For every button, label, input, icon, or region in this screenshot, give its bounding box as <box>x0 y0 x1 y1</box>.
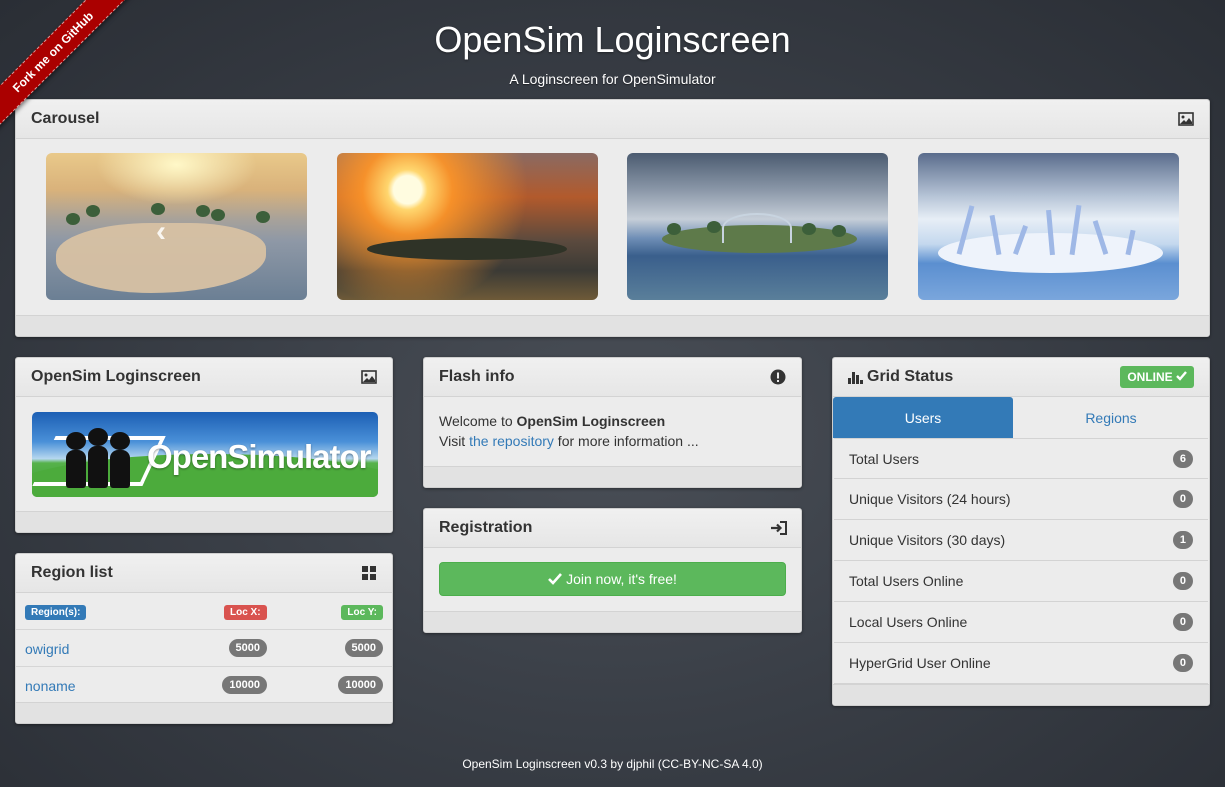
flash-info-title: Flash info <box>439 368 515 385</box>
stat-count-badge: 6 <box>1172 449 1193 468</box>
page-subtitle: A Loginscreen for OpenSimulator <box>509 71 716 87</box>
stat-label: HyperGrid User Online <box>849 655 991 671</box>
region-table: Region(s): Loc X: Loc Y: owigrid 5000 50… <box>16 594 392 704</box>
exclamation-circle-icon <box>770 369 786 385</box>
stat-count-badge: 1 <box>1172 531 1193 549</box>
region-list-panel: Region list Region(s): Loc X: Loc Y: owi… <box>15 553 393 724</box>
stat-count-badge: 0 <box>1172 613 1193 631</box>
online-status-badge: ONLINE <box>1120 366 1194 388</box>
online-status-label: ONLINE <box>1127 370 1173 384</box>
tab-users[interactable]: Users <box>833 397 1013 438</box>
image-icon <box>1178 111 1194 127</box>
stat-label: Total Users <box>849 450 920 467</box>
registration-heading: Registration <box>424 509 801 548</box>
stat-label: Local Users Online <box>849 614 968 630</box>
grid-status-heading: Grid Status ONLINE <box>833 358 1209 397</box>
stat-label: Unique Visitors (30 days) <box>849 532 1006 548</box>
region-list-footer <box>16 702 392 723</box>
loc-x-badge: 10000 <box>222 676 267 694</box>
stat-label: Total Users Online <box>849 573 964 589</box>
tab-regions[interactable]: Regions <box>1013 397 1209 438</box>
repository-link[interactable]: the repository <box>469 433 554 449</box>
flash-info-panel: Flash info Welcome to OpenSim Loginscree… <box>423 357 802 488</box>
visit-line: Visit the repository for more informatio… <box>439 431 786 451</box>
region-link[interactable]: owigrid <box>25 641 69 657</box>
carousel-slide-dome-island[interactable] <box>627 153 889 300</box>
stat-label: Unique Visitors (24 hours) <box>849 491 1011 507</box>
region-list-title: Region list <box>31 564 113 581</box>
stat-count-badge: 0 <box>1172 572 1193 590</box>
loc-y-badge: 5000 <box>344 639 383 657</box>
visit-suffix: for more information ... <box>553 433 699 449</box>
welcome-prefix: Welcome to <box>439 413 517 429</box>
opensim-panel-title: OpenSim Loginscreen <box>31 368 201 385</box>
carousel-slide-sunset-sea[interactable] <box>336 153 598 300</box>
loc-x-column-label: Loc X: <box>224 605 267 620</box>
grid-status-panel: Grid Status ONLINE Users Regions Total U… <box>832 357 1210 706</box>
registration-panel: Registration Join now, it's free! <box>423 508 802 633</box>
registration-title: Registration <box>439 519 533 536</box>
table-row: owigrid 5000 5000 <box>16 630 392 667</box>
page-title: OpenSim Loginscreen <box>434 19 791 60</box>
list-item: Total Users Online 0 <box>834 561 1208 602</box>
flash-info-footer <box>424 466 801 487</box>
flash-info-body: Welcome to OpenSim Loginscreen Visit the… <box>424 397 801 465</box>
carousel-heading: Carousel <box>16 100 1209 139</box>
registration-footer <box>424 611 801 632</box>
grid-stats-list: Total Users 6 Unique Visitors (24 hours) 0… <box>834 438 1208 684</box>
loc-x-badge: 5000 <box>228 639 267 657</box>
logo-text: OpenSimulator <box>147 438 372 475</box>
visit-prefix: Visit <box>439 433 470 449</box>
loc-y-column-label: Loc Y: <box>341 605 383 620</box>
region-list-heading: Region list <box>16 554 392 593</box>
carousel-slide-sunset-island[interactable]: ‹ <box>46 153 307 300</box>
region-link[interactable]: noname <box>25 678 76 694</box>
carousel-footer <box>16 315 1209 336</box>
flash-info-heading: Flash info <box>424 358 801 397</box>
page-footer: OpenSim Loginscreen v0.3 by djphil (CC-B… <box>462 757 763 771</box>
welcome-app-name: OpenSim Loginscreen <box>516 413 666 429</box>
check-icon <box>1176 371 1187 381</box>
fork-on-github-ribbon[interactable]: Fork me on GitHub <box>0 0 138 137</box>
opensim-panel-heading: OpenSim Loginscreen <box>16 358 392 397</box>
stat-count-badge: 0 <box>1172 654 1193 672</box>
region-table-header: Region(s): Loc X: Loc Y: <box>16 594 392 630</box>
github-ribbon-container: Fork me on GitHub <box>0 0 150 150</box>
list-item: Unique Visitors (30 days) 1 <box>834 520 1208 561</box>
list-item: HyperGrid User Online 0 <box>834 643 1208 684</box>
chevron-left-icon[interactable]: ‹ <box>156 215 166 249</box>
carousel-panel: Carousel ‹ <box>15 99 1210 337</box>
welcome-line: Welcome to OpenSim Loginscreen <box>439 411 786 431</box>
check-icon <box>548 573 563 585</box>
carousel-slide-ice-island[interactable] <box>917 153 1179 300</box>
opensimulator-logo: OpenSimulator <box>32 412 378 497</box>
opensim-panel-footer <box>16 511 392 532</box>
grid-icon <box>361 565 377 581</box>
carousel-slides: ‹ <box>46 153 1179 301</box>
table-row: noname 10000 10000 <box>16 667 392 704</box>
list-item: Unique Visitors (24 hours) 0 <box>834 479 1208 520</box>
grid-status-footer <box>833 684 1209 705</box>
sign-in-icon <box>770 520 787 536</box>
list-item: Local Users Online 0 <box>834 602 1208 643</box>
loc-y-badge: 10000 <box>338 676 383 694</box>
list-item: Total Users 6 <box>834 438 1208 479</box>
join-now-button[interactable]: Join now, it's free! <box>439 562 786 596</box>
image-icon <box>361 369 377 385</box>
stat-count-badge: 0 <box>1172 490 1193 508</box>
grid-status-title: Grid Status <box>867 368 954 385</box>
grid-status-title-wrap: Grid Status <box>848 368 953 386</box>
page-header: OpenSim Loginscreen A Loginscreen for Op… <box>0 0 1225 99</box>
region-column-label: Region(s): <box>25 605 87 620</box>
grid-status-tabs: Users Regions <box>833 397 1209 438</box>
join-now-label: Join now, it's free! <box>566 571 677 587</box>
opensim-logo-panel: OpenSim Loginscreen OpenSimulator <box>15 357 393 533</box>
bar-chart-icon <box>848 372 863 384</box>
